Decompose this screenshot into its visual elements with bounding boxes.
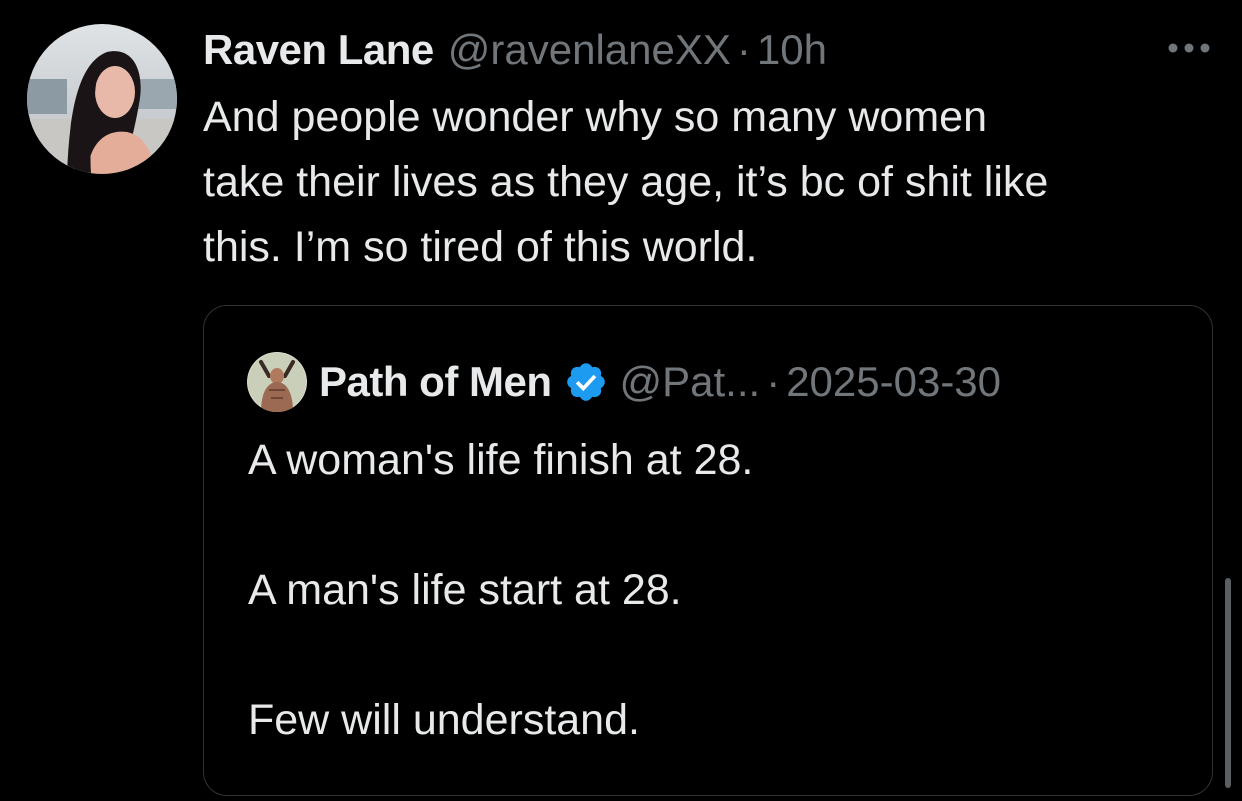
tweet[interactable]: Raven Lane @ravenlaneXX · 10h And people… <box>0 0 1242 801</box>
user-handle[interactable]: @ravenlaneXX <box>448 22 731 78</box>
tweet-header: Raven Lane @ravenlaneXX · 10h <box>203 22 827 78</box>
quoted-timestamp[interactable]: 2025-03-30 <box>786 358 1001 406</box>
quoted-separator-dot: · <box>766 358 781 405</box>
quoted-avatar-image <box>247 352 307 412</box>
verified-badge-icon <box>564 360 608 404</box>
display-name[interactable]: Raven Lane <box>203 22 434 78</box>
quoted-tweet-text: A woman's life finish at 28. A man's lif… <box>248 436 754 744</box>
quoted-tweet[interactable]: Path of Men @Pat... · 2025-03-30 A woman… <box>203 305 1213 796</box>
quoted-user-handle[interactable]: @Pat... <box>620 358 761 406</box>
avatar[interactable] <box>27 24 177 174</box>
avatar-image <box>27 24 177 174</box>
scrollbar[interactable] <box>1225 578 1231 788</box>
quoted-tweet-header: Path of Men @Pat... · 2025-03-30 <box>247 350 1001 414</box>
more-options-button[interactable] <box>1166 30 1212 66</box>
separator-dot: · <box>736 26 751 73</box>
tweet-text: And people wonder why so many women take… <box>203 93 1049 271</box>
more-horizontal-icon <box>1168 43 1210 53</box>
timestamp[interactable]: 10h <box>757 22 827 78</box>
quoted-display-name[interactable]: Path of Men <box>319 358 552 406</box>
quoted-avatar[interactable] <box>247 352 307 412</box>
